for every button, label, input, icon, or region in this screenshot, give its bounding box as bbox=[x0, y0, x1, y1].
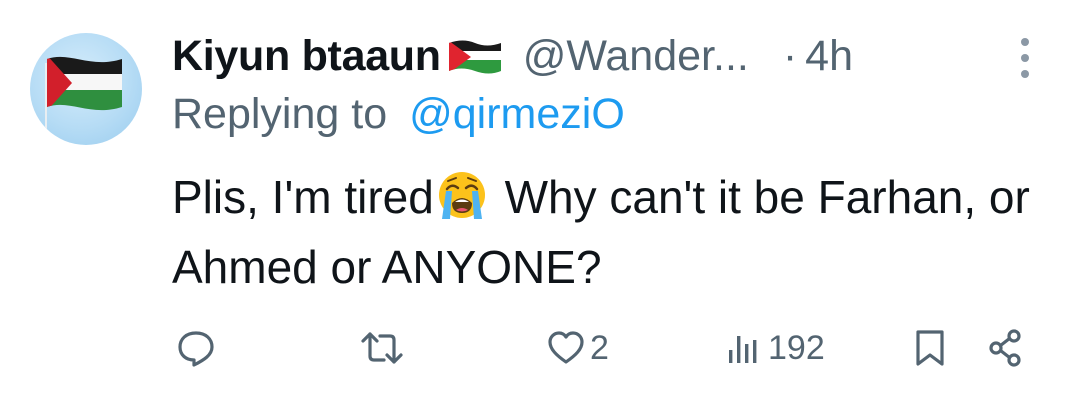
timestamp[interactable]: 4h bbox=[805, 32, 853, 81]
views-button[interactable]: 192 bbox=[724, 318, 825, 378]
tweet-text: Plis, I'm tired Why can't it be Farhan, … bbox=[172, 162, 1032, 302]
tweet-card[interactable]: Kiyun btaaun @Wander... · 4h Replying to… bbox=[0, 0, 1080, 402]
bookmark-button[interactable] bbox=[910, 318, 950, 378]
separator-dot: · bbox=[782, 31, 798, 80]
repost-button[interactable] bbox=[360, 318, 404, 378]
heart-icon bbox=[546, 328, 586, 368]
loudly-crying-face-emoji bbox=[436, 169, 488, 221]
repost-icon bbox=[360, 328, 404, 368]
replying-to-line: Replying to @qirmeziO bbox=[172, 90, 625, 139]
action-bar: 2 192 bbox=[0, 318, 1080, 378]
reply-button[interactable] bbox=[176, 318, 216, 378]
share-button[interactable] bbox=[986, 318, 1026, 378]
like-count: 2 bbox=[590, 328, 609, 367]
views-icon bbox=[724, 328, 764, 368]
share-icon bbox=[986, 328, 1026, 368]
reply-icon bbox=[176, 328, 216, 368]
tweet-header: Kiyun btaaun @Wander... · 4h bbox=[172, 28, 1052, 84]
more-options-icon[interactable] bbox=[1010, 36, 1040, 80]
display-name[interactable]: Kiyun btaaun bbox=[172, 32, 441, 81]
replying-mention-link[interactable]: @qirmeziO bbox=[409, 90, 625, 138]
tweet-text-part1: Plis, I'm tired bbox=[172, 171, 434, 223]
like-button[interactable]: 2 bbox=[546, 318, 609, 378]
bookmark-icon bbox=[910, 328, 950, 368]
avatar[interactable] bbox=[30, 33, 142, 145]
palestine-flag-emoji bbox=[445, 36, 505, 76]
views-count: 192 bbox=[768, 328, 825, 367]
user-handle[interactable]: @Wander... bbox=[523, 32, 749, 81]
replying-prefix: Replying to bbox=[172, 90, 388, 138]
palestine-flag-avatar-image bbox=[45, 56, 122, 143]
